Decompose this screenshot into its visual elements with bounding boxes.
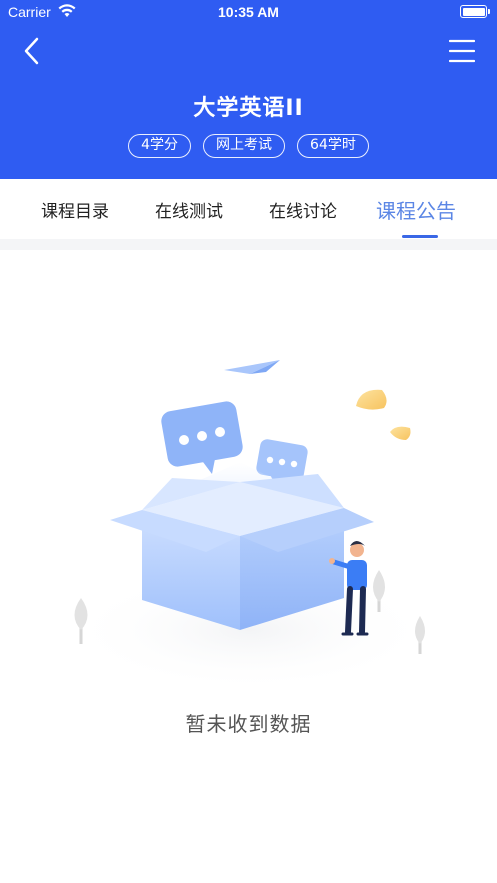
menu-button[interactable]: [448, 38, 476, 64]
header-bar: Carrier 10:35 AM 大学英语II 4学分 网上考试 64学时: [0, 0, 497, 179]
hours-tag: 64学时: [297, 134, 369, 158]
tab-course-announcement[interactable]: 课程公告: [376, 195, 456, 224]
back-button[interactable]: [16, 34, 50, 68]
active-tab-indicator: [402, 235, 438, 238]
tab-bar: 课程目录 在线测试 在线讨论 课程公告: [0, 179, 497, 239]
credits-tag: 4学分: [128, 134, 192, 158]
status-bar: Carrier 10:35 AM: [0, 0, 497, 26]
tab-online-discussion[interactable]: 在线讨论: [269, 197, 337, 222]
tab-online-test[interactable]: 在线测试: [155, 197, 223, 222]
empty-box-illustration: [60, 340, 440, 700]
course-title: 大学英语II: [193, 96, 304, 121]
back-arrow-icon: [24, 37, 39, 65]
hamburger-menu-icon: [448, 39, 476, 63]
clock-time: 10:35 AM: [218, 4, 279, 20]
battery-icon: [460, 5, 490, 18]
tab-course-catalog[interactable]: 课程目录: [41, 197, 109, 222]
course-tags: 4学分 网上考试 64学时: [0, 134, 497, 158]
exam-type-tag: 网上考试: [203, 134, 286, 158]
section-divider: [0, 239, 497, 250]
empty-state-message: 暂未收到数据: [185, 712, 312, 736]
